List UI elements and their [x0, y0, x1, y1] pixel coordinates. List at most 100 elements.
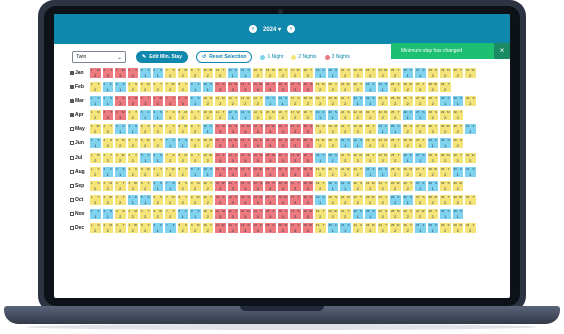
day-cell[interactable]: 8T2 — [176, 193, 189, 206]
day-cell[interactable]: 3W3 — [114, 67, 127, 79]
day-cell[interactable]: 23 F 1 — [364, 81, 377, 94]
day-cell[interactable]: 13 S 3 — [239, 151, 252, 164]
day-cell[interactable]: 18 T 3 — [301, 151, 314, 164]
day-cell[interactable]: 14 S 3 — [251, 151, 264, 164]
day-cell[interactable]: 25 W 2 — [389, 179, 402, 192]
day-cell[interactable]: 23 M 2 — [364, 179, 377, 192]
day-cell[interactable]: 19 M 2 — [314, 81, 327, 94]
day-cell[interactable]: 8W2 — [176, 123, 189, 136]
day-cell[interactable]: 18 M 3 — [301, 207, 314, 220]
day-cell[interactable]: 24 S 2 — [376, 95, 389, 108]
day-cell[interactable]: 10 W 2 — [201, 151, 214, 164]
day-cell[interactable]: 21 F 1 — [339, 137, 352, 150]
day-cell[interactable]: 8S2 — [176, 179, 189, 192]
day-cell[interactable]: 19 F 1 — [314, 67, 327, 79]
day-cell[interactable]: 30 T 2 — [451, 123, 464, 136]
day-cell[interactable]: 31 T 2 — [464, 222, 477, 235]
day-cell[interactable]: 4S1 — [126, 123, 139, 136]
day-cell[interactable]: 7S2 — [164, 109, 177, 122]
day-cell[interactable]: 2F1 — [101, 81, 114, 94]
day-cell[interactable]: 16 W 3 — [276, 193, 289, 206]
day-cell[interactable]: 22 M 2 — [351, 151, 364, 164]
day-cell[interactable]: 13 T 3 — [239, 81, 252, 94]
edit-min-stay-button[interactable]: ✎ Edit Min. Stay — [136, 51, 188, 63]
day-cell[interactable]: 6F1 — [151, 179, 164, 192]
day-cell[interactable]: 6S1 — [151, 151, 164, 164]
day-cell[interactable]: 15 F 3 — [264, 207, 277, 220]
day-cell[interactable]: 22 F 1 — [351, 95, 364, 108]
day-cell[interactable]: 8S1 — [176, 137, 189, 150]
day-cell[interactable]: 29 S 2 — [439, 179, 452, 192]
day-cell[interactable]: 16 S 1 — [276, 95, 289, 108]
day-cell[interactable]: 6W3 — [151, 95, 164, 108]
day-cell[interactable]: 17 S 2 — [289, 95, 302, 108]
day-cell[interactable]: 15 S 3 — [264, 222, 277, 235]
year-selector[interactable]: 2024 ▾ — [263, 26, 281, 33]
day-cell[interactable]: 14 S 3 — [251, 222, 264, 235]
day-cell[interactable]: 18 S 3 — [301, 165, 314, 178]
day-cell[interactable]: 17 M 3 — [289, 137, 302, 150]
month-label[interactable]: Jan — [70, 70, 88, 76]
day-cell[interactable]: 30 S 1 — [451, 207, 464, 220]
day-cell[interactable]: 2F1 — [101, 165, 114, 178]
day-cell[interactable]: 12 F 3 — [226, 151, 239, 164]
day-cell[interactable]: 10 M 2 — [201, 137, 214, 150]
day-cell[interactable]: 27 F 1 — [414, 222, 427, 235]
day-cell[interactable]: 1F1 — [89, 95, 102, 108]
day-cell[interactable]: 22 M 2 — [351, 109, 364, 122]
day-cell[interactable]: 23 S 2 — [364, 137, 377, 150]
day-cell[interactable]: 4M3 — [126, 95, 139, 108]
day-cell[interactable]: 6W2 — [151, 207, 164, 220]
day-cell[interactable]: 24 F 1 — [376, 123, 389, 136]
day-cell[interactable]: 25 M 2 — [389, 95, 402, 108]
room-type-select[interactable]: Twin ⌄ — [72, 51, 126, 63]
day-cell[interactable]: 18 S 3 — [301, 81, 314, 94]
month-checkbox[interactable] — [70, 71, 74, 75]
day-cell[interactable]: 10 S 1 — [201, 81, 214, 94]
day-cell[interactable]: 16 S 3 — [276, 137, 289, 150]
month-checkbox[interactable] — [70, 141, 74, 146]
day-cell[interactable]: 19 M 2 — [314, 165, 327, 178]
day-cell[interactable]: 23 S 1 — [364, 95, 377, 108]
day-cell[interactable]: 2W2 — [101, 193, 114, 206]
day-cell[interactable]: 5T3 — [139, 95, 152, 108]
day-cell[interactable]: 23 S 1 — [364, 207, 377, 220]
day-cell[interactable]: 10 S 1 — [201, 165, 214, 178]
day-cell[interactable]: 19 W 2 — [314, 137, 327, 150]
day-cell[interactable]: 14 W 3 — [251, 165, 264, 178]
day-cell[interactable]: 14 S 2 — [251, 67, 264, 79]
day-cell[interactable]: 22 F 1 — [351, 207, 364, 220]
day-cell[interactable]: 25 T 2 — [389, 109, 402, 122]
day-cell[interactable]: 19 T 2 — [314, 95, 327, 108]
day-cell[interactable]: 28 W 2 — [426, 81, 439, 94]
day-cell[interactable]: 11 T 2 — [214, 67, 227, 79]
day-cell[interactable]: 16 T 3 — [276, 151, 289, 164]
day-cell[interactable]: 23 T 2 — [364, 67, 377, 79]
day-cell[interactable]: 12 F 1 — [226, 109, 239, 122]
day-cell[interactable]: 1W2 — [89, 123, 102, 136]
day-cell[interactable]: 20 M 2 — [326, 123, 339, 136]
day-cell[interactable]: 25 T 2 — [389, 67, 402, 79]
day-cell[interactable]: 17 W 2 — [289, 67, 302, 79]
day-cell[interactable]: 28 F 1 — [426, 137, 439, 150]
day-cell[interactable]: 8M2 — [176, 151, 189, 164]
day-cell[interactable]: 21 S 2 — [339, 67, 352, 79]
day-cell[interactable]: 3W2 — [114, 151, 127, 164]
day-cell[interactable]: 2S2 — [101, 137, 114, 150]
day-cell[interactable]: 6S2 — [151, 193, 164, 206]
day-cell[interactable]: 16 M 3 — [276, 179, 289, 192]
day-cell[interactable]: 28 S 2 — [426, 109, 439, 122]
day-cell[interactable]: 23 W 2 — [364, 193, 377, 206]
day-cell[interactable]: 4S2 — [126, 165, 139, 178]
day-cell[interactable]: 22 T 2 — [351, 165, 364, 178]
day-cell[interactable]: 10 T 2 — [201, 179, 214, 192]
day-cell[interactable]: 16 M 3 — [276, 222, 289, 235]
day-cell[interactable]: 25 W 2 — [389, 222, 402, 235]
day-cell[interactable]: 23 T 2 — [364, 109, 377, 122]
day-cell[interactable]: 3S1 — [114, 81, 127, 94]
day-cell[interactable]: 20 S 2 — [326, 193, 339, 206]
day-cell[interactable]: 11 W 3 — [214, 179, 227, 192]
day-cell[interactable]: 5T2 — [139, 179, 152, 192]
day-cell[interactable]: 1S1 — [89, 137, 102, 150]
day-cell[interactable]: 10 T 2 — [201, 193, 214, 206]
